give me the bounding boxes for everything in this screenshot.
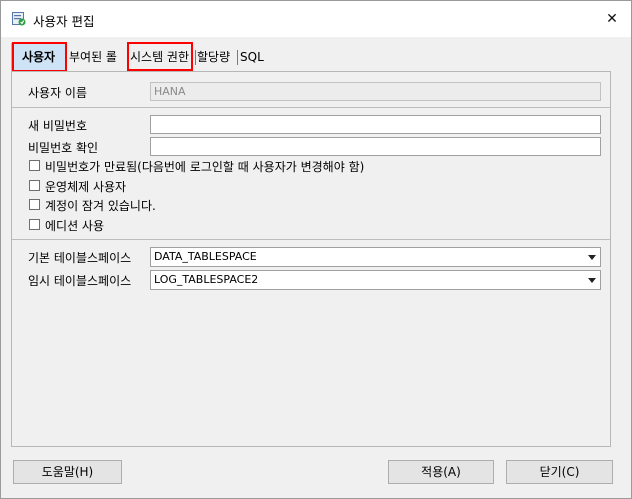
tab-quota-label: 할당량 <box>197 50 231 64</box>
divider <box>12 239 610 240</box>
username-field: HANA <box>150 82 601 101</box>
chevron-down-icon <box>588 255 596 260</box>
tab-sql[interactable]: SQL <box>240 45 264 69</box>
os-user-label: 운영체제 사용자 <box>45 180 127 194</box>
new-password-label: 새 비밀번호 <box>28 119 88 133</box>
account-locked-checkbox[interactable] <box>29 199 40 210</box>
confirm-password-field[interactable] <box>150 137 601 156</box>
tab-system-privileges-label: 시스템 권한 <box>130 50 190 64</box>
temp-tablespace-value: LOG_TABLESPACE2 <box>154 273 259 286</box>
temp-tablespace-select[interactable]: LOG_TABLESPACE2 <box>150 270 601 290</box>
password-expired-label: 비밀번호가 만료됨(다음번에 로그인할 때 사용자가 변경해야 함) <box>45 160 365 174</box>
os-user-checkbox[interactable] <box>29 180 40 191</box>
close-window-button[interactable]: ✕ <box>599 7 625 31</box>
default-tablespace-label: 기본 테이블스페이스 <box>28 251 132 265</box>
tab-sql-label: SQL <box>240 50 264 64</box>
tab-separator <box>127 50 128 65</box>
apply-button[interactable]: 적용(A) <box>388 460 494 484</box>
account-locked-label: 계정이 잠겨 있습니다. <box>45 199 156 213</box>
tab-separator <box>195 50 196 65</box>
app-icon <box>12 12 26 26</box>
username-label: 사용자 이름 <box>28 86 88 100</box>
tab-quota[interactable]: 할당량 <box>197 45 230 69</box>
default-tablespace-select[interactable]: DATA_TABLESPACE <box>150 247 601 267</box>
tab-system-privileges[interactable]: 시스템 권한 <box>130 45 189 69</box>
window-title: 사용자 편집 <box>33 14 95 29</box>
tab-user-label: 사용자 <box>21 50 56 64</box>
default-tablespace-value: DATA_TABLESPACE <box>154 250 257 263</box>
user-form-panel: 사용자 이름 HANA 새 비밀번호 비밀번호 확인 비밀번호가 만료됨(다음번… <box>11 71 611 447</box>
edit-user-dialog: 사용자 편집 ✕ 사용자 부여된 롤 시스템 권한 할당량 SQL 사용자 이름… <box>0 0 632 499</box>
editions-enabled-label: 에디션 사용 <box>45 219 105 233</box>
editions-enabled-checkbox[interactable] <box>29 219 40 230</box>
chevron-down-icon <box>588 278 596 283</box>
divider <box>12 107 610 108</box>
new-password-field[interactable] <box>150 115 601 134</box>
close-icon: ✕ <box>606 11 618 27</box>
help-button[interactable]: 도움말(H) <box>13 460 122 484</box>
tab-granted-roles-label: 부여된 롤 <box>69 50 117 64</box>
title-bar: 사용자 편집 ✕ <box>1 1 631 37</box>
tab-separator <box>237 50 238 65</box>
confirm-password-label: 비밀번호 확인 <box>28 141 99 155</box>
close-button[interactable]: 닫기(C) <box>506 460 613 484</box>
password-expired-checkbox[interactable] <box>29 160 40 171</box>
tab-user[interactable]: 사용자 <box>11 43 66 72</box>
temp-tablespace-label: 임시 테이블스페이스 <box>28 274 132 288</box>
tab-granted-roles[interactable]: 부여된 롤 <box>69 45 117 69</box>
